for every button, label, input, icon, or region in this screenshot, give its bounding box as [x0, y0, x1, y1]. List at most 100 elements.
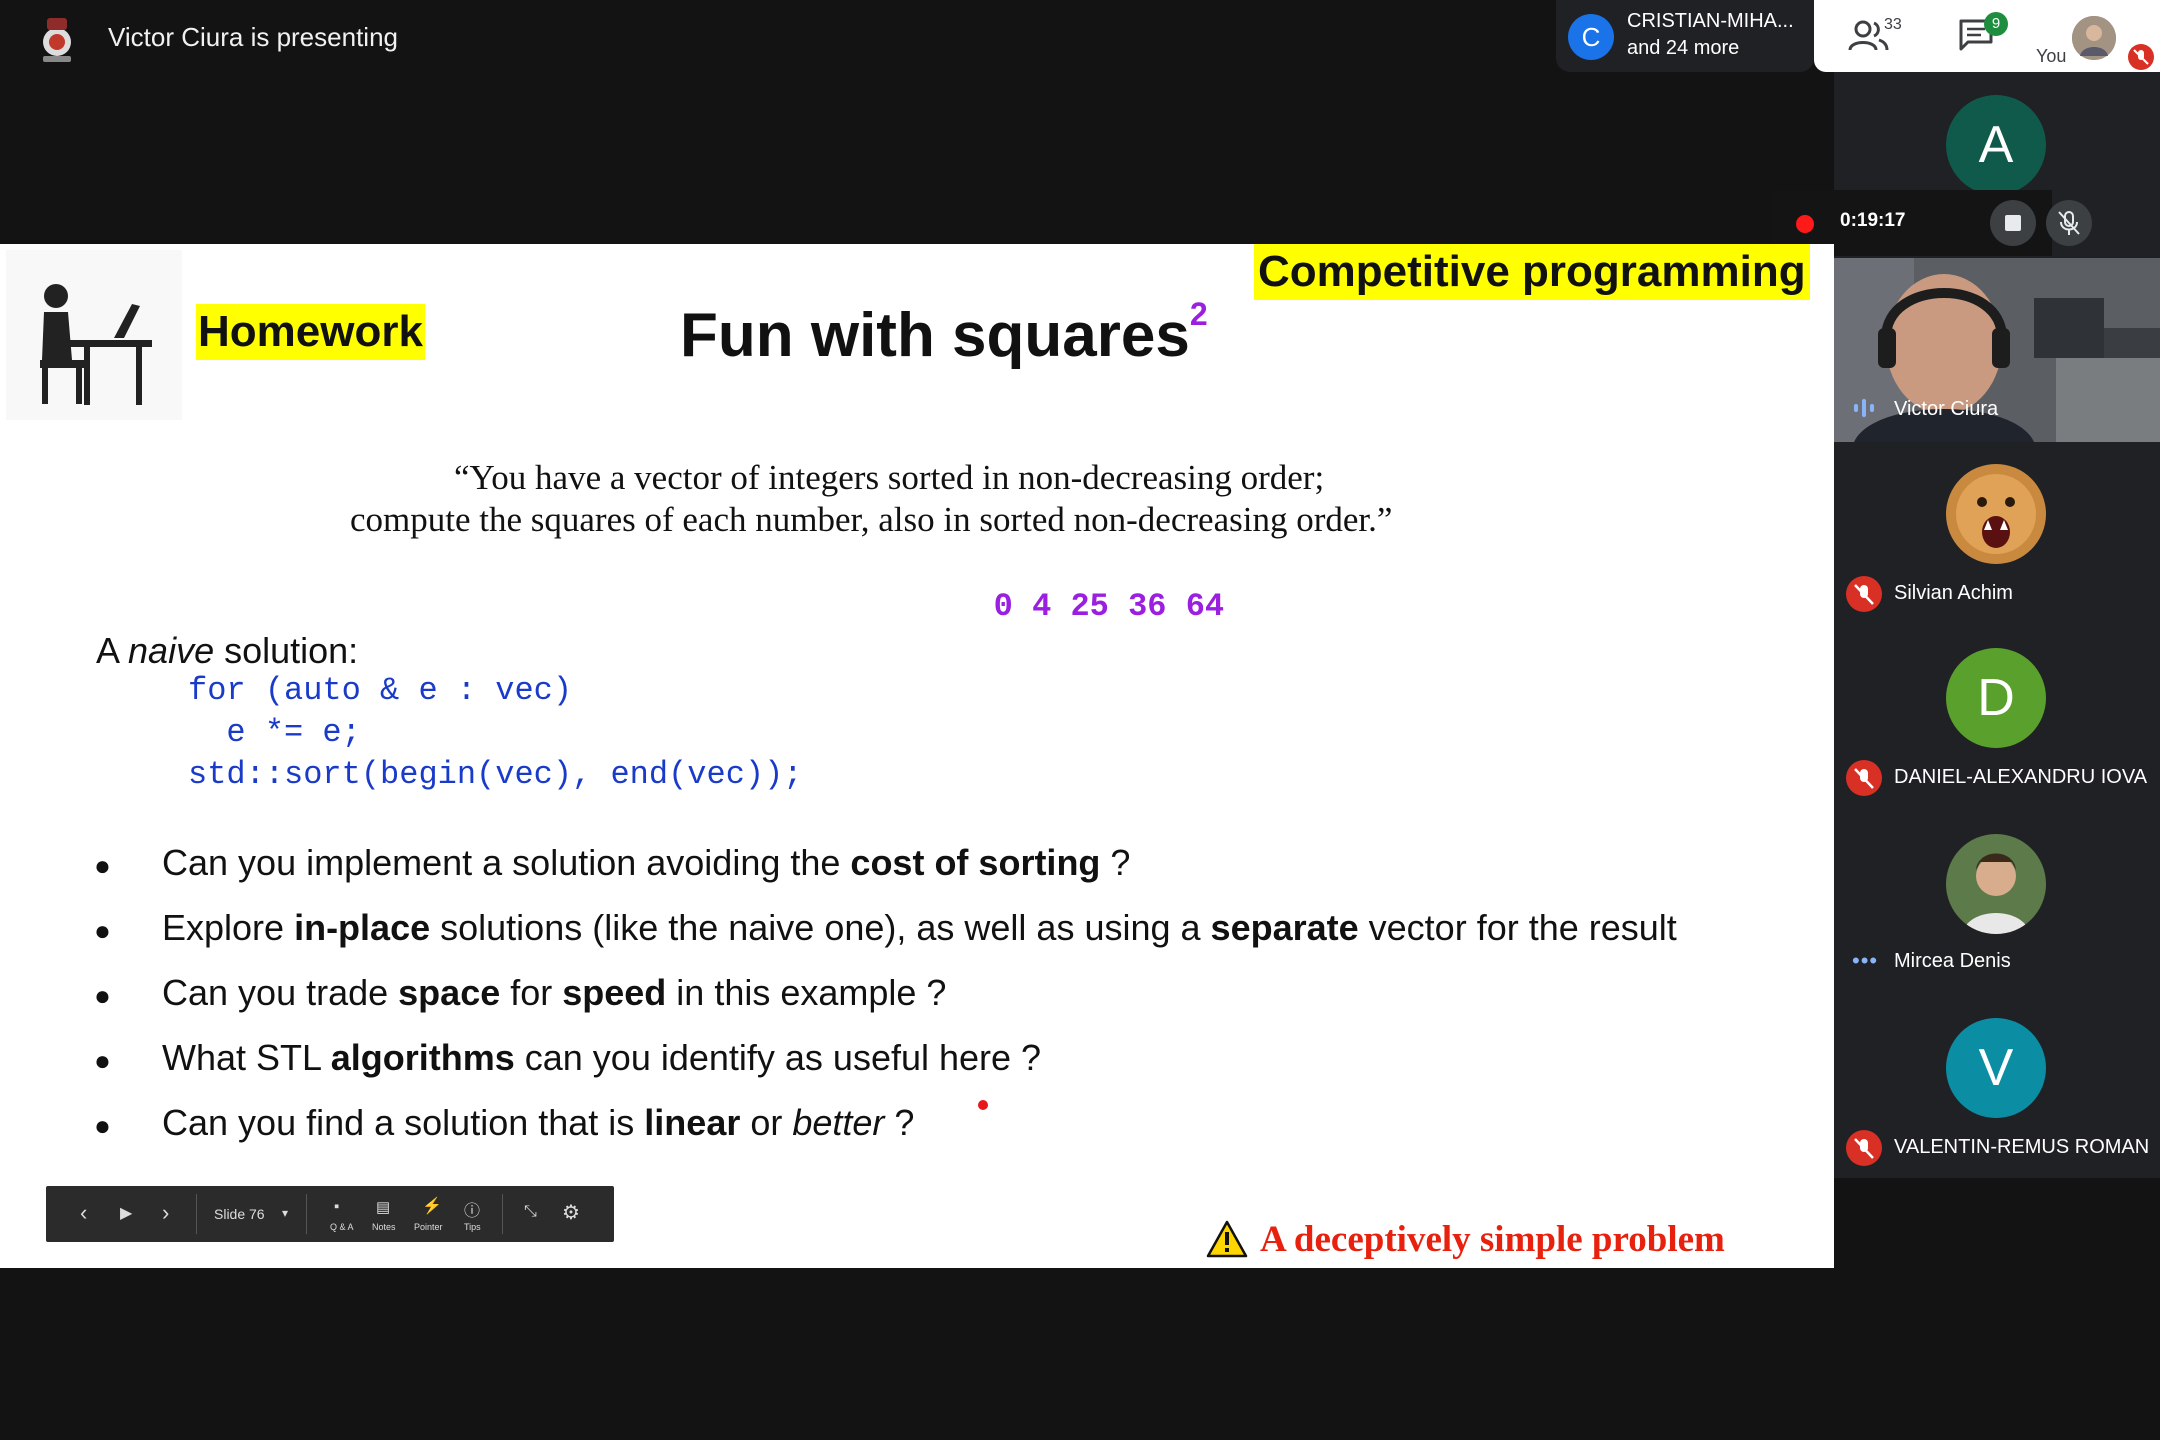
divider — [306, 1194, 307, 1234]
warning-icon — [1206, 1220, 1248, 1258]
gear-icon[interactable]: ⚙ — [562, 1200, 580, 1225]
slide-selector[interactable]: Slide 76 — [214, 1206, 265, 1222]
avatar: V — [1946, 1018, 2046, 1118]
chat-badge: 9 — [1984, 12, 2008, 36]
pointer-icon[interactable]: ⚡ — [422, 1196, 442, 1216]
chip-more-count: and 24 more — [1627, 37, 1740, 59]
avatar — [1946, 464, 2046, 564]
lion-avatar-icon — [1946, 464, 2046, 564]
bullet-text-segment: algorithms — [330, 1037, 515, 1078]
bullet-text-segment: separate — [1210, 907, 1359, 948]
bullet-text-segment: Explore — [162, 907, 295, 948]
stop-icon — [2005, 215, 2021, 231]
notes-icon[interactable]: ▤ — [376, 1198, 390, 1216]
laser-pointer-dot — [978, 1100, 988, 1110]
bullet-text-segment: in-place — [294, 907, 431, 948]
bullet-text-segment: in this example ? — [666, 972, 947, 1013]
slide-title: Fun with squares2 — [680, 296, 1208, 371]
participant-name: DANIEL-ALEXANDRU IOVA — [1894, 766, 2148, 788]
you-label: You — [2036, 46, 2067, 66]
recording-icon — [1796, 215, 1814, 233]
competitive-programming-tag: Competitive programming — [1254, 244, 1810, 300]
naive-prefix: A — [96, 630, 129, 671]
avatar: C — [1568, 14, 1614, 60]
divider — [196, 1194, 197, 1234]
example-output: 0 4 25 36 64 — [993, 588, 1225, 625]
avatar — [1946, 834, 2046, 934]
example-io: -5 -2 0 6 8 => 0 4 25 36 64 — [648, 588, 1224, 625]
pointer-label: Pointer — [414, 1222, 443, 1232]
person-photo-avatar — [1946, 834, 2046, 934]
bullet-item: What STL algorithms can you identify as … — [162, 1037, 1041, 1079]
bullet-item: Explore in-place solutions (like the nai… — [162, 907, 1677, 949]
bullet-text-segment: space — [398, 972, 501, 1013]
mic-off-icon — [2128, 44, 2154, 70]
next-slide-button[interactable]: › — [162, 1200, 169, 1226]
desk-worker-icon — [6, 250, 182, 420]
qa-label: Q & A — [330, 1222, 354, 1232]
presenter-logo — [30, 12, 84, 66]
bullet-text-segment: Can you find a solution that is — [162, 1102, 645, 1143]
naive-suffix: solution: — [214, 630, 359, 671]
qa-icon[interactable]: ▪ — [334, 1198, 339, 1215]
tips-label: Tips — [464, 1222, 481, 1232]
example-input: -5 -2 0 6 8 => — [648, 588, 994, 625]
info-icon[interactable]: ⓘ — [464, 1197, 480, 1221]
presenter-status: Victor Ciura is presenting — [108, 22, 398, 52]
mic-off-icon — [2058, 211, 2080, 235]
notes-label: Notes — [372, 1222, 396, 1232]
bullet-marker: ● — [94, 1110, 111, 1141]
avatar: A — [1946, 95, 2046, 195]
mute-mic-button[interactable] — [2046, 200, 2092, 246]
code-line: std::sort(begin(vec), end(vec)); — [188, 756, 803, 793]
mic-off-icon — [1846, 760, 1882, 796]
bullet-item: Can you find a solution that is linear o… — [162, 1102, 914, 1144]
participant-name: Mircea Denis — [1894, 950, 2011, 972]
stop-recording-button[interactable] — [1990, 200, 2036, 246]
bullet-text-segment: vector for the result — [1358, 907, 1677, 948]
speaking-indicator-icon — [1852, 396, 1876, 425]
more-options-icon[interactable]: ••• — [1852, 948, 1878, 974]
previous-slide-button[interactable]: ‹ — [80, 1200, 87, 1226]
bullet-text-segment: or — [740, 1102, 793, 1143]
naive-solution-heading: A naive solution: — [96, 630, 358, 672]
bullet-text-segment: Can you trade — [162, 972, 399, 1013]
code-line: e *= e; — [188, 714, 361, 751]
homework-tag: Homework — [196, 304, 425, 360]
problem-quote-line-2: compute the squares of each number, also… — [350, 500, 1393, 539]
mic-off-icon — [1846, 1130, 1882, 1166]
self-avatar[interactable] — [2072, 16, 2116, 60]
bullet-item: Can you trade space for speed in this ex… — [162, 972, 946, 1014]
bullet-text-segment: What STL — [162, 1037, 331, 1078]
bullet-text-segment: linear — [644, 1102, 741, 1143]
bullet-text-segment: solutions (like the naive one), as well … — [430, 907, 1211, 948]
bullet-text-segment: cost of sorting — [850, 842, 1101, 883]
participant-name: VALENTIN-REMUS ROMAN — [1894, 1136, 2150, 1158]
avatar: D — [1946, 648, 2046, 748]
play-button[interactable]: ▶ — [120, 1203, 132, 1223]
participant-name: Silvian Achim — [1894, 582, 2013, 604]
bullet-marker: ● — [94, 915, 111, 946]
bullet-text-segment: can you identify as useful here ? — [514, 1037, 1042, 1078]
chip-participant-name: CRISTIAN-MIHA... — [1627, 10, 1794, 32]
divider — [502, 1194, 503, 1234]
naive-italic: naive — [128, 630, 215, 671]
bullet-text-segment: better — [792, 1102, 885, 1143]
code-line: for (auto & e : vec) — [188, 672, 573, 709]
problem-quote-line-1: “You have a vector of integers sorted in… — [454, 458, 1325, 497]
bullet-text-segment: ? — [884, 1102, 915, 1143]
people-count: 33 — [1884, 16, 1902, 33]
bullet-item: Can you implement a solution avoiding th… — [162, 842, 1130, 884]
title-superscript: 2 — [1189, 296, 1208, 332]
bullet-text-segment: speed — [562, 972, 667, 1013]
bullet-text-segment: for — [500, 972, 563, 1013]
bullet-text-segment: ? — [1100, 842, 1131, 883]
mic-off-icon — [1846, 576, 1882, 612]
slide-footer-caption: A deceptively simple problem — [1260, 1219, 1725, 1260]
bullet-marker: ● — [94, 980, 111, 1011]
slide-title-text: Fun with squares — [680, 301, 1190, 370]
bullet-marker: ● — [94, 850, 111, 881]
exit-fullscreen-icon[interactable]: ⤡ — [524, 1203, 537, 1221]
recording-timer: 0:19:17 — [1840, 210, 1906, 231]
chevron-down-icon[interactable]: ▾ — [282, 1206, 288, 1220]
